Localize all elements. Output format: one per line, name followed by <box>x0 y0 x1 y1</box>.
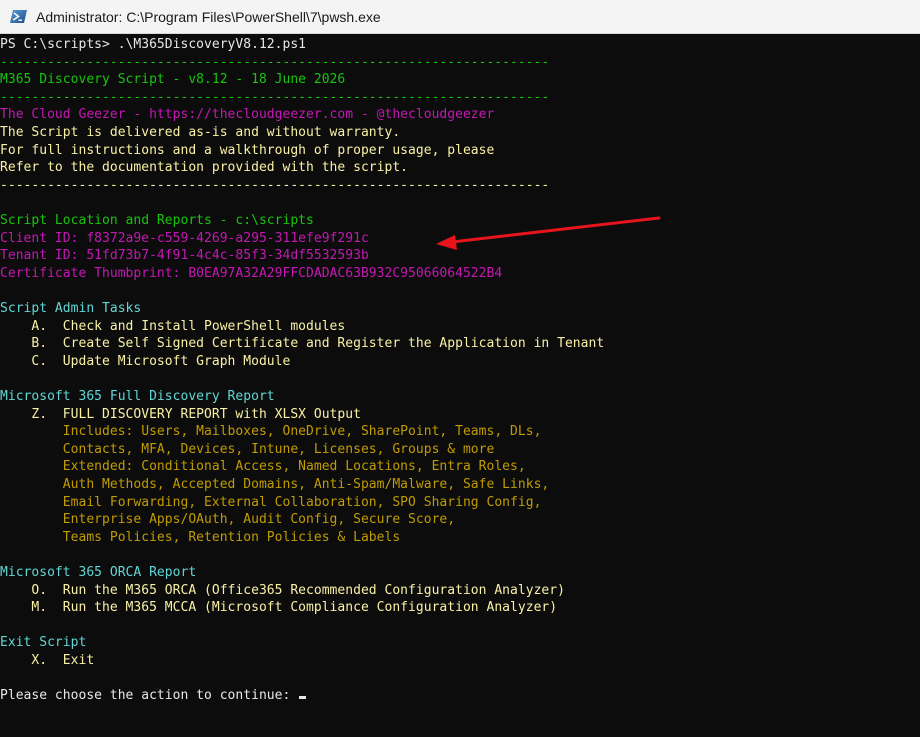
disclaimer-separator: ----------------------------------------… <box>0 177 550 193</box>
disclaimer-line: Refer to the documentation provided with… <box>0 160 409 176</box>
input-prompt: Please choose the action to continue: <box>0 688 299 704</box>
includes-line: Auth Methods, Accepted Domains, Anti-Spa… <box>0 477 550 492</box>
admin-tasks-header: Script Admin Tasks <box>0 301 142 316</box>
tenant-id: Tenant ID: 51fd73b7-4f91-4c4c-85f3-34df5… <box>0 248 369 264</box>
prompt-command-line: PS C:\scripts> .\M365DiscoveryV8.12.ps1 <box>0 37 307 52</box>
orca-header: Microsoft 365 ORCA Report <box>0 565 197 580</box>
exit-header: Exit Script <box>0 635 87 651</box>
script-location: Script Location and Reports - c:\scripts <box>0 213 314 228</box>
input-prompt-line[interactable]: Please choose the action to continue: <box>0 687 307 705</box>
menu-option-o: O. Run the M365 ORCA (Office365 Recommen… <box>0 582 565 598</box>
includes-line: Email Forwarding, External Collaboration… <box>0 494 542 510</box>
menu-option-c: C. Update Microsoft Graph Module <box>0 353 291 369</box>
title-bar[interactable]: Administrator: C:\Program Files\PowerShe… <box>0 0 920 34</box>
banner-title: M365 Discovery Script - v8.12 - 18 June … <box>0 72 346 88</box>
includes-line: Teams Policies, Retention Policies & Lab… <box>0 529 401 545</box>
disclaimer-line: The Script is delivered as-is and withou… <box>0 125 401 140</box>
banner-separator: ----------------------------------------… <box>0 89 550 105</box>
disclaimer-line: For full instructions and a walkthrough … <box>0 142 495 158</box>
certificate-thumbprint: Certificate Thumbprint: B0EA97A32A29FFCD… <box>0 265 503 281</box>
author-line: The Cloud Geezer - https://thecloudgeeze… <box>0 107 495 123</box>
menu-option-a: A. Check and Install PowerShell modules <box>0 318 346 334</box>
menu-option-z: Z. FULL DISCOVERY REPORT with XLSX Outpu… <box>0 406 361 422</box>
console-output[interactable]: PS C:\scripts> .\M365DiscoveryV8.12.ps1 … <box>0 34 920 737</box>
menu-option-x: X. Exit <box>0 653 95 668</box>
includes-line: Enterprise Apps/OAuth, Audit Config, Sec… <box>0 512 456 528</box>
includes-line: Extended: Conditional Access, Named Loca… <box>0 459 526 475</box>
menu-option-m: M. Run the M365 MCCA (Microsoft Complian… <box>0 600 558 616</box>
includes-line: Contacts, MFA, Devices, Intune, Licenses… <box>0 441 495 457</box>
discovery-header: Microsoft 365 Full Discovery Report <box>0 389 275 404</box>
text-cursor <box>299 696 307 700</box>
powershell-icon <box>10 9 27 24</box>
window-title: Administrator: C:\Program Files\PowerShe… <box>36 8 381 25</box>
client-id: Client ID: f8372a9e-c559-4269-a295-311ef… <box>0 230 369 246</box>
menu-option-b: B. Create Self Signed Certificate and Re… <box>0 336 605 352</box>
includes-line: Includes: Users, Mailboxes, OneDrive, Sh… <box>0 424 542 440</box>
banner-separator: ----------------------------------------… <box>0 54 550 70</box>
